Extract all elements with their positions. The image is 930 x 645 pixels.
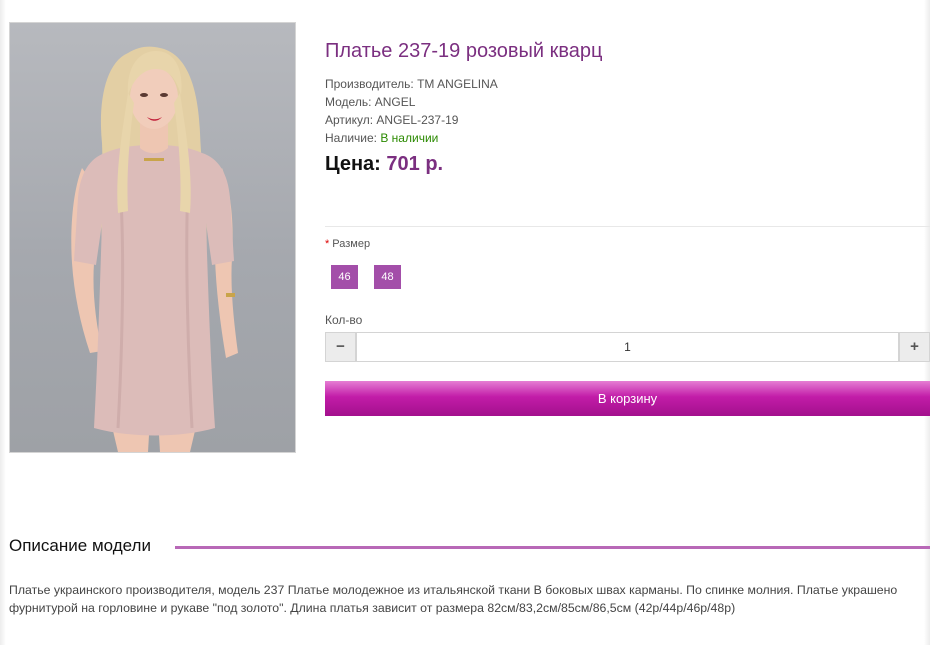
model-label: Модель: bbox=[325, 95, 375, 109]
availability-value: В наличии bbox=[380, 131, 439, 145]
product-photo[interactable] bbox=[9, 22, 296, 453]
size-label-text: Размер bbox=[332, 238, 371, 250]
description-text: Платье украинского производителя, модель… bbox=[9, 583, 898, 615]
quantity-minus-button[interactable]: − bbox=[325, 332, 356, 362]
availability-row: Наличие: В наличии bbox=[325, 129, 930, 147]
size-button-46[interactable]: 46 bbox=[331, 265, 358, 289]
price: Цена: 701 р. bbox=[325, 153, 930, 176]
sku-value: ANGEL-237-19 bbox=[376, 113, 459, 127]
product-meta: Производитель: TM ANGELINA Модель: ANGEL… bbox=[325, 75, 930, 147]
size-option-label: * Размер bbox=[325, 238, 370, 250]
quantity-label: Кол-во bbox=[325, 313, 363, 327]
availability-label: Наличие: bbox=[325, 131, 381, 145]
manufacturer-label: Производитель: bbox=[325, 77, 418, 91]
price-label: Цена: bbox=[325, 153, 381, 175]
options-divider bbox=[325, 226, 930, 227]
manufacturer-row: Производитель: TM ANGELINA bbox=[325, 75, 930, 93]
product-title: Платье 237-19 розовый кварц bbox=[325, 40, 603, 62]
description-heading-line bbox=[175, 546, 930, 549]
model-value: ANGEL bbox=[374, 95, 416, 109]
sku-label: Артикул: bbox=[325, 113, 377, 127]
quantity-input[interactable] bbox=[356, 332, 899, 362]
model-row: Модель: ANGEL bbox=[325, 93, 930, 111]
price-value: 701 р. bbox=[386, 153, 444, 175]
page-edge-left bbox=[0, 0, 6, 645]
required-mark: * bbox=[325, 238, 330, 250]
description-heading: Описание модели bbox=[9, 536, 159, 556]
size-button-48[interactable]: 48 bbox=[374, 265, 401, 289]
add-to-cart-button[interactable]: В корзину bbox=[325, 381, 930, 416]
product-info: Платье 237-19 розовый кварц Производител… bbox=[325, 40, 930, 176]
description-header: Описание модели bbox=[9, 536, 930, 558]
product-photo-image bbox=[71, 46, 238, 452]
sku-row: Артикул: ANGEL-237-19 bbox=[325, 111, 930, 129]
quantity-stepper: − + bbox=[325, 332, 930, 362]
manufacturer-value[interactable]: TM ANGELINA bbox=[417, 77, 498, 91]
quantity-plus-button[interactable]: + bbox=[899, 332, 930, 362]
